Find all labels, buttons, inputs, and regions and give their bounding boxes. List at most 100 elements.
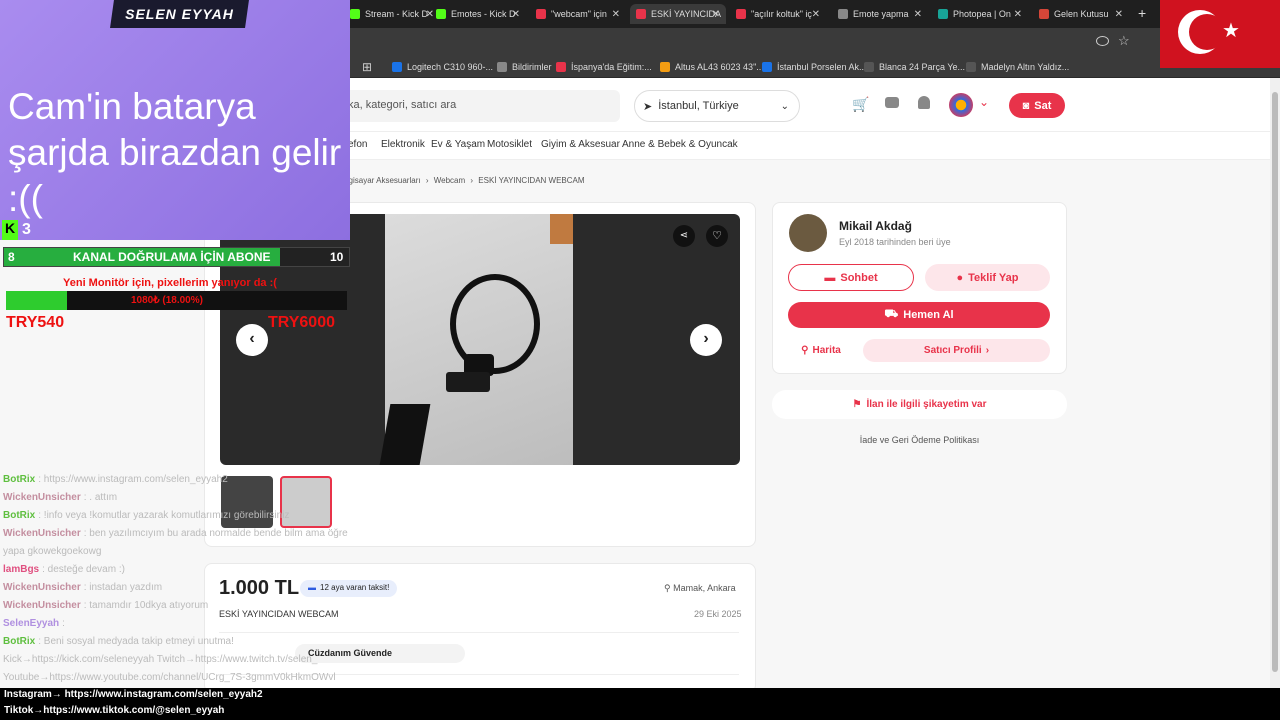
breadcrumb-item[interactable]: ilgisayar Aksesuarları bbox=[345, 176, 421, 185]
bookmark-label: Altus AL43 6023 43"... bbox=[675, 62, 764, 72]
buy-now-button[interactable]: ⛟ Hemen Al bbox=[788, 302, 1050, 328]
search-input[interactable]: ka, kategori, satıcı ara bbox=[330, 90, 620, 122]
browser-tab[interactable]: Gelen Kutusu ✕ bbox=[1033, 4, 1129, 24]
new-tab-button[interactable]: + bbox=[1138, 5, 1146, 21]
bookmark-item[interactable]: Altus AL43 6023 43"... bbox=[660, 59, 764, 75]
sell-label: Sat bbox=[1034, 99, 1052, 112]
flag-icon: ⚑ bbox=[852, 399, 862, 410]
donation-goal-fill bbox=[6, 291, 68, 310]
chat-message: WickenUnsicher: instadan yazdım bbox=[3, 579, 363, 597]
avatar[interactable] bbox=[949, 93, 973, 117]
chat-icon[interactable] bbox=[885, 97, 899, 108]
bookmark-item[interactable]: İspanya'da Eğitim:... bbox=[556, 59, 652, 75]
bookmark-favicon-icon bbox=[864, 62, 874, 72]
bookmark-label: Bildirimler bbox=[512, 62, 552, 72]
letgo-icon bbox=[536, 9, 546, 19]
scrollbar-thumb[interactable] bbox=[1272, 92, 1278, 672]
browser-tab[interactable]: "webcam" için ✕ bbox=[530, 4, 626, 24]
chat-text: : instadan yazdım bbox=[83, 582, 163, 593]
letgo-icon bbox=[636, 9, 646, 19]
donation-goal-text: Yeni Monitör için, pixellerim yanıyor da… bbox=[63, 277, 277, 289]
listing-location: ⚲ Mamak, Ankara bbox=[664, 583, 736, 594]
category-item[interactable]: Ev & Yaşam bbox=[431, 139, 485, 150]
report-button[interactable]: ⚑ İlan ile ilgili şikayetim var bbox=[772, 390, 1067, 419]
browser-tab[interactable]: ESKİ YAYINCIDA ✕ bbox=[630, 4, 726, 24]
map-label: Harita bbox=[812, 345, 841, 356]
bookmark-item[interactable]: Blanca 24 Parça Ye... bbox=[864, 59, 965, 75]
bookmark-item[interactable]: Bildirimler bbox=[497, 59, 552, 75]
category-item[interactable]: Giyim & Aksesuar bbox=[541, 139, 620, 150]
kick-icon bbox=[350, 9, 360, 19]
close-tab-icon[interactable]: ✕ bbox=[612, 9, 620, 20]
bookmark-label: İspanya'da Eğitim:... bbox=[571, 62, 652, 72]
chat-text: : !info veya !komutlar yazarak komutları… bbox=[38, 510, 290, 521]
chat-message: WickenUnsicher: . attım bbox=[3, 489, 363, 507]
browser-tab[interactable]: "açılır koltuk" iç ✕ bbox=[730, 4, 826, 24]
bookmark-item[interactable]: Logitech C310 960-... bbox=[392, 59, 493, 75]
close-tab-icon[interactable]: ✕ bbox=[1115, 9, 1123, 20]
bookmark-item[interactable]: Madelyn Altın Yaldız... bbox=[966, 59, 1069, 75]
close-tab-icon[interactable]: ✕ bbox=[914, 9, 922, 20]
cart-icon[interactable]: 🛒 bbox=[852, 96, 869, 113]
seller-profile-button[interactable]: Satıcı Profili › bbox=[863, 339, 1050, 362]
tab-title: Emotes - Kick D bbox=[451, 9, 516, 19]
category-item[interactable]: Elektronik bbox=[381, 139, 425, 150]
chat-message: SelenEyyah: bbox=[3, 615, 363, 633]
chevron-down-icon[interactable]: ⌄ bbox=[979, 95, 989, 109]
browser-tab[interactable]: Photopea | On ✕ bbox=[932, 4, 1028, 24]
chat-message: BotRix: !info veya !komutlar yazarak kom… bbox=[3, 507, 363, 525]
close-tab-icon[interactable]: ✕ bbox=[1014, 9, 1022, 20]
browser-tab[interactable]: Stream - Kick D ✕ bbox=[344, 4, 440, 24]
chat-username: SelenEyyah bbox=[3, 618, 60, 629]
tab-title: ESKİ YAYINCIDA bbox=[651, 9, 722, 19]
refund-policy-link[interactable]: İade ve Geri Ödeme Politikası bbox=[772, 435, 1067, 445]
category-item[interactable]: Motosiklet bbox=[487, 139, 532, 150]
close-tab-icon[interactable]: ✕ bbox=[812, 9, 820, 20]
location-select[interactable]: ➤ İstanbul, Türkiye ⌄ bbox=[634, 90, 800, 122]
category-item[interactable]: efon bbox=[348, 139, 367, 150]
bookmark-item[interactable]: İstanbul Porselen Ak... bbox=[762, 59, 867, 75]
chat-text: : . attım bbox=[83, 492, 118, 503]
chat-label: Sohbet bbox=[840, 271, 878, 284]
bell-icon[interactable] bbox=[918, 96, 930, 109]
bookmark-favicon-icon bbox=[392, 62, 402, 72]
make-offer-button[interactable]: ● Teklif Yap bbox=[925, 264, 1050, 291]
breadcrumb-item[interactable]: Webcam bbox=[434, 176, 465, 185]
category-item[interactable]: Anne & Bebek & Oyuncak bbox=[622, 139, 738, 150]
favorite-button[interactable]: ♡ bbox=[706, 225, 728, 247]
goal-left: 8 bbox=[8, 250, 15, 264]
photopea-icon bbox=[938, 9, 948, 19]
kick-icon: K bbox=[2, 220, 18, 240]
eye-off-icon[interactable] bbox=[1096, 36, 1109, 46]
chat-message: BotRix: https://www.instagram.com/selen_… bbox=[3, 471, 363, 489]
location-value: İstanbul, Türkiye bbox=[658, 100, 739, 112]
chat-username: BotRix bbox=[3, 474, 36, 485]
donation-target: TRY6000 bbox=[268, 314, 335, 331]
chat-message: BotRix: Beni sosyal medyada takip etmeyi… bbox=[3, 633, 363, 687]
browser-tab[interactable]: Emote yapma ✕ bbox=[832, 4, 928, 24]
prev-photo-button[interactable]: ‹ bbox=[236, 324, 268, 356]
close-tab-icon[interactable]: ✕ bbox=[512, 9, 520, 20]
share-button[interactable]: ⋖ bbox=[673, 225, 695, 247]
sell-button[interactable]: ◙ Sat bbox=[1009, 93, 1065, 118]
chat-username: BotRix bbox=[3, 636, 36, 647]
letgo-icon bbox=[736, 9, 746, 19]
seller-name[interactable]: Mikail Akdağ bbox=[839, 219, 912, 233]
chat-button[interactable]: ▬ Sohbet bbox=[788, 264, 914, 291]
star-icon[interactable]: ☆ bbox=[1118, 33, 1130, 49]
bookmark-favicon-icon bbox=[497, 62, 507, 72]
next-photo-button[interactable]: › bbox=[690, 324, 722, 356]
chat-username: lamBgs bbox=[3, 564, 40, 575]
browser-tab[interactable]: Emotes - Kick D ✕ bbox=[430, 4, 526, 24]
apps-grid-icon[interactable]: ⊞ bbox=[362, 60, 372, 74]
map-button[interactable]: ⚲ Harita bbox=[788, 339, 854, 362]
chat-message: WickenUnsicher: ben yazılımcıyım bu arad… bbox=[3, 525, 363, 561]
stream-message: Cam'in batarya şarjda birazdan gelir :(( bbox=[8, 86, 342, 219]
bookmark-label: Blanca 24 Parça Ye... bbox=[879, 62, 966, 72]
close-tab-icon[interactable]: ✕ bbox=[712, 9, 720, 20]
listing-date: 29 Eki 2025 bbox=[694, 609, 742, 619]
camera-icon: ◙ bbox=[1022, 99, 1030, 112]
goal-right: 10 bbox=[330, 250, 344, 264]
seller-avatar[interactable] bbox=[789, 214, 827, 252]
tab-title: Photopea | On bbox=[953, 9, 1011, 19]
